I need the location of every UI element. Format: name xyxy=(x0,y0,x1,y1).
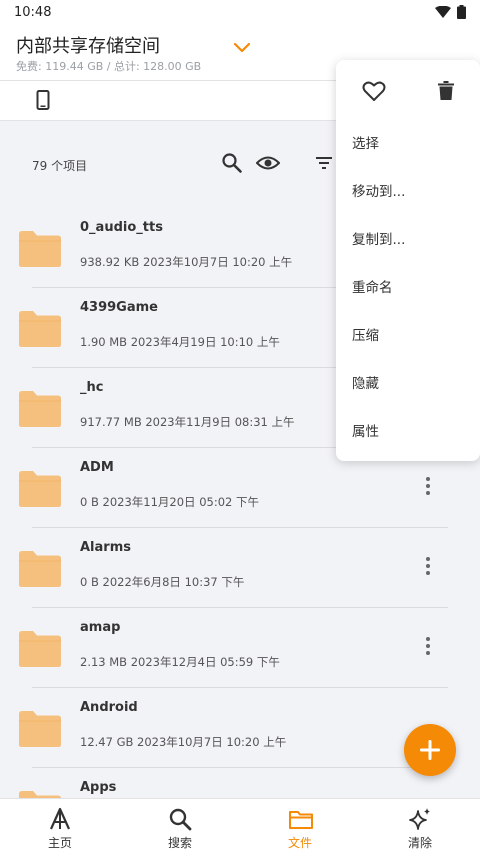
status-icons xyxy=(435,5,466,19)
nav-files[interactable]: 文件 xyxy=(240,799,360,855)
storage-title: 内部共享存储空间 xyxy=(16,36,160,57)
file-name: Apps xyxy=(80,780,117,795)
folder-icon xyxy=(19,231,61,267)
nav-search-label: 搜索 xyxy=(167,836,192,850)
plus-icon xyxy=(420,740,440,760)
context-menu-item[interactable]: 重命名 xyxy=(352,276,393,296)
nav-clean[interactable]: 清除 xyxy=(360,799,480,855)
home-icon xyxy=(49,807,71,830)
context-menu-item[interactable]: 压缩 xyxy=(352,324,379,344)
menu-icon-row xyxy=(336,78,480,108)
search-icon[interactable] xyxy=(221,152,243,174)
nav-clean-label: 清除 xyxy=(407,836,432,850)
folder-icon xyxy=(289,811,313,829)
sparkle-icon xyxy=(409,808,430,830)
search-icon xyxy=(169,808,192,831)
folder-icon xyxy=(19,311,61,347)
file-name: ADM xyxy=(80,460,114,475)
context-menu-item[interactable]: 隐藏 xyxy=(352,372,379,392)
status-bar: 10:48 xyxy=(0,0,480,24)
file-meta: 1.90 MB 2023年4月19日 10:10 上午 xyxy=(80,335,280,349)
nav-home[interactable]: 主页 xyxy=(0,799,120,855)
chevron-down-icon[interactable] xyxy=(233,42,251,54)
nav-files-label: 文件 xyxy=(287,836,312,850)
status-time: 10:48 xyxy=(14,4,52,20)
storage-usage: 免费: 119.44 GB / 总计: 128.00 GB xyxy=(16,60,202,73)
file-row[interactable]: Alarms 0 B 2022年6月8日 10:37 下午 xyxy=(0,528,480,608)
battery-icon xyxy=(457,5,466,19)
folder-icon xyxy=(19,471,61,507)
more-options-icon[interactable] xyxy=(418,554,438,578)
context-menu-item[interactable]: 选择 xyxy=(352,132,379,152)
item-count: 79 个项目 xyxy=(32,159,88,173)
folder-icon xyxy=(19,631,61,667)
context-menu: 选择移动到... 复制到... 重命名压缩隐藏属性 xyxy=(336,60,480,461)
folder-icon xyxy=(19,551,61,587)
file-meta: 938.92 KB 2023年10月7日 10:20 上午 xyxy=(80,255,293,269)
file-row[interactable]: amap 2.13 MB 2023年12月4日 05:59 下午 xyxy=(0,608,480,688)
folder-icon xyxy=(19,711,61,747)
wifi-icon xyxy=(435,6,451,18)
trash-icon[interactable] xyxy=(437,81,455,101)
file-meta: 2.13 MB 2023年12月4日 05:59 下午 xyxy=(80,655,280,669)
context-menu-item[interactable]: 复制到... xyxy=(352,228,405,248)
context-menu-item[interactable]: 属性 xyxy=(352,420,379,440)
bottom-nav: 主页 搜索 文件 清除 xyxy=(0,798,480,855)
context-menu-item[interactable]: 移动到... xyxy=(352,180,405,200)
nav-home-label: 主页 xyxy=(47,836,72,850)
heart-icon[interactable] xyxy=(362,80,386,102)
nav-search[interactable]: 搜索 xyxy=(120,799,240,855)
file-name: _hc xyxy=(80,380,104,395)
file-name: Alarms xyxy=(80,540,131,555)
folder-icon xyxy=(19,391,61,427)
add-button[interactable] xyxy=(404,724,456,776)
phone-icon[interactable] xyxy=(34,90,52,110)
file-name: 0_audio_tts xyxy=(80,220,163,235)
file-name: Android xyxy=(80,700,138,715)
file-meta: 0 B 2023年11月20日 05:02 下午 xyxy=(80,495,260,509)
file-meta: 917.77 MB 2023年11月9日 08:31 上午 xyxy=(80,415,295,429)
file-meta: 12.47 GB 2023年10月7日 10:20 上午 xyxy=(80,735,287,749)
file-name: amap xyxy=(80,620,121,635)
more-options-icon[interactable] xyxy=(418,474,438,498)
more-options-icon[interactable] xyxy=(418,634,438,658)
file-meta: 0 B 2022年6月8日 10:37 下午 xyxy=(80,575,245,589)
eye-icon[interactable] xyxy=(256,152,280,174)
file-name: 4399Game xyxy=(80,300,158,315)
sort-icon[interactable] xyxy=(314,152,334,174)
